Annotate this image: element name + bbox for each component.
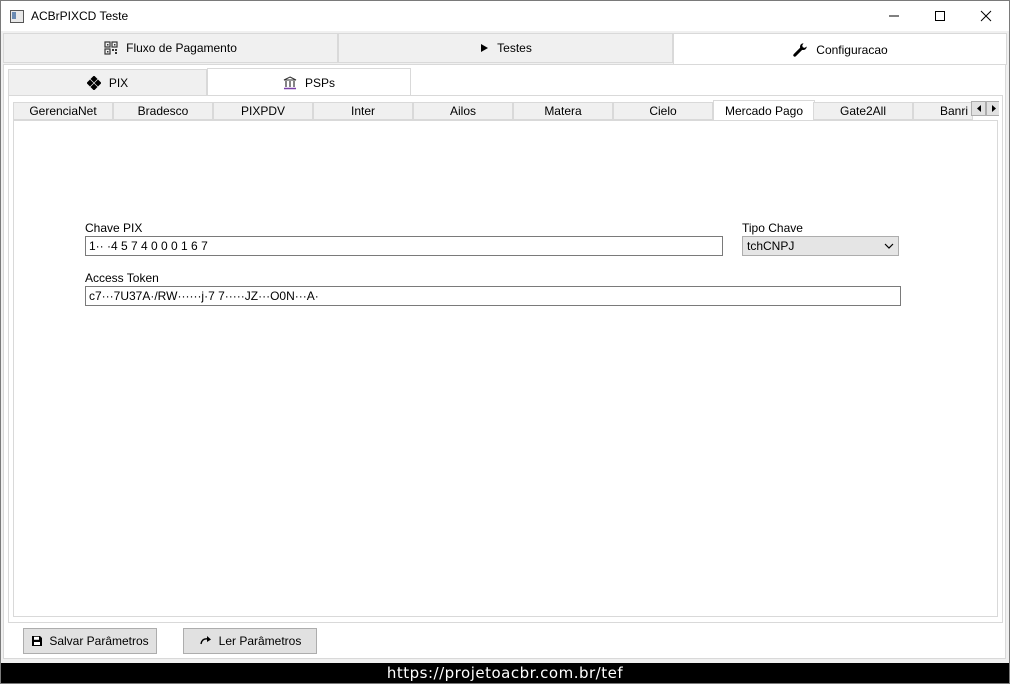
tipo-chave-label: Tipo Chave — [742, 221, 803, 235]
tipo-chave-select[interactable]: tchCNPJ — [742, 236, 899, 256]
tab-psp-gate2all[interactable]: Gate2All — [813, 102, 913, 120]
arrow-left-icon — [976, 105, 981, 112]
chave-pix-input[interactable]: 1·· ·4 5 7 4 0 0 0 1 6 7 — [85, 236, 723, 256]
configuracao-page: PIX PSPs GerenciaNet Bradesco PIXPDV Int… — [3, 64, 1006, 659]
tab-label: Ailos — [449, 104, 476, 118]
tab-psp-inter[interactable]: Inter — [313, 102, 413, 120]
tab-label: Banri — [939, 104, 968, 118]
tab-psp-cielo[interactable]: Cielo — [613, 102, 713, 120]
save-icon — [32, 636, 43, 646]
tipo-chave-value: tchCNPJ — [747, 239, 795, 253]
tab-label: Cielo — [649, 104, 677, 118]
button-label: Salvar Parâmetros — [49, 634, 149, 648]
wrench-icon — [793, 42, 808, 57]
close-button[interactable] — [963, 1, 1009, 31]
tab-label: Configuracao — [816, 42, 888, 57]
access-token-input[interactable]: c7···7U37A·/RW······j·7 7·····JZ···O0N··… — [85, 286, 901, 306]
app-icon — [10, 10, 24, 23]
tab-label: GerenciaNet — [29, 104, 97, 118]
tab-configuracao[interactable]: Configuracao — [673, 33, 1007, 65]
tab-psp-ailos[interactable]: Ailos — [413, 102, 513, 120]
tab-label: Fluxo de Pagamento — [126, 41, 237, 55]
bottom-panel: Salvar Parâmetros Ler Parâmetros — [3, 621, 1006, 659]
qr-code-icon — [104, 41, 118, 55]
tab-pix[interactable]: PIX — [8, 69, 207, 96]
tab-label: Inter — [350, 104, 375, 118]
window-title: ACBrPIXCD Teste — [31, 9, 129, 23]
tab-psp-mercado-pago[interactable]: Mercado Pago — [713, 100, 815, 120]
tab-label: PIXPDV — [240, 104, 285, 118]
status-bar: https://projetoacbr.com.br/tef — [1, 663, 1009, 683]
bank-icon — [283, 76, 297, 90]
tab-psp-banri[interactable]: Banri — [913, 102, 973, 120]
tab-psps[interactable]: PSPs — [207, 68, 411, 97]
tab-label: PSPs — [304, 76, 335, 90]
ler-parametros-button[interactable]: Ler Parâmetros — [183, 628, 317, 654]
tab-fluxo-de-pagamento[interactable]: Fluxo de Pagamento — [3, 33, 338, 63]
tab-psp-matera[interactable]: Matera — [513, 102, 613, 120]
tab-scroll-right-button[interactable] — [986, 101, 999, 116]
tab-label: Matera — [544, 104, 582, 118]
tab-label: PIX — [108, 75, 129, 90]
tab-scroll-left-button[interactable] — [971, 101, 986, 116]
chave-pix-label: Chave PIX — [85, 221, 143, 235]
access-token-label: Access Token — [85, 271, 159, 285]
arrow-right-icon — [991, 105, 996, 112]
minimize-icon — [889, 15, 899, 17]
tab-label: Mercado Pago — [724, 104, 804, 118]
tab-label: Testes — [497, 41, 532, 55]
psps-page: GerenciaNet Bradesco PIXPDV Inter Ailos … — [8, 95, 1003, 623]
play-icon — [481, 44, 489, 52]
tab-psp-bradesco[interactable]: Bradesco — [113, 102, 213, 120]
minimize-button[interactable] — [871, 1, 917, 31]
pix-diamond-icon — [86, 75, 101, 90]
title-bar: ACBrPIXCD Teste — [1, 1, 1009, 31]
main-tabs: Fluxo de Pagamento Testes Configuracao — [3, 33, 1007, 65]
app-window: ACBrPIXCD Teste Fluxo de Pagamento Teste… — [0, 0, 1010, 684]
button-label: Ler Parâmetros — [218, 634, 302, 648]
psp-tabs: GerenciaNet Bradesco PIXPDV Inter Ailos … — [13, 100, 999, 120]
tab-testes[interactable]: Testes — [338, 33, 673, 63]
mercado-pago-page: Chave PIX 1·· ·4 5 7 4 0 0 0 1 6 7 Tipo … — [13, 120, 998, 617]
maximize-icon — [935, 11, 945, 21]
tab-label: Bradesco — [137, 104, 189, 118]
tab-psp-gerencianet[interactable]: GerenciaNet — [13, 102, 113, 120]
tab-psp-pixpdv[interactable]: PIXPDV — [213, 102, 313, 120]
tab-label: Gate2All — [839, 104, 887, 118]
salvar-parametros-button[interactable]: Salvar Parâmetros — [23, 628, 157, 654]
redo-icon — [199, 636, 211, 645]
maximize-button[interactable] — [917, 1, 963, 31]
chevron-down-icon — [884, 243, 894, 249]
close-icon — [980, 10, 992, 22]
